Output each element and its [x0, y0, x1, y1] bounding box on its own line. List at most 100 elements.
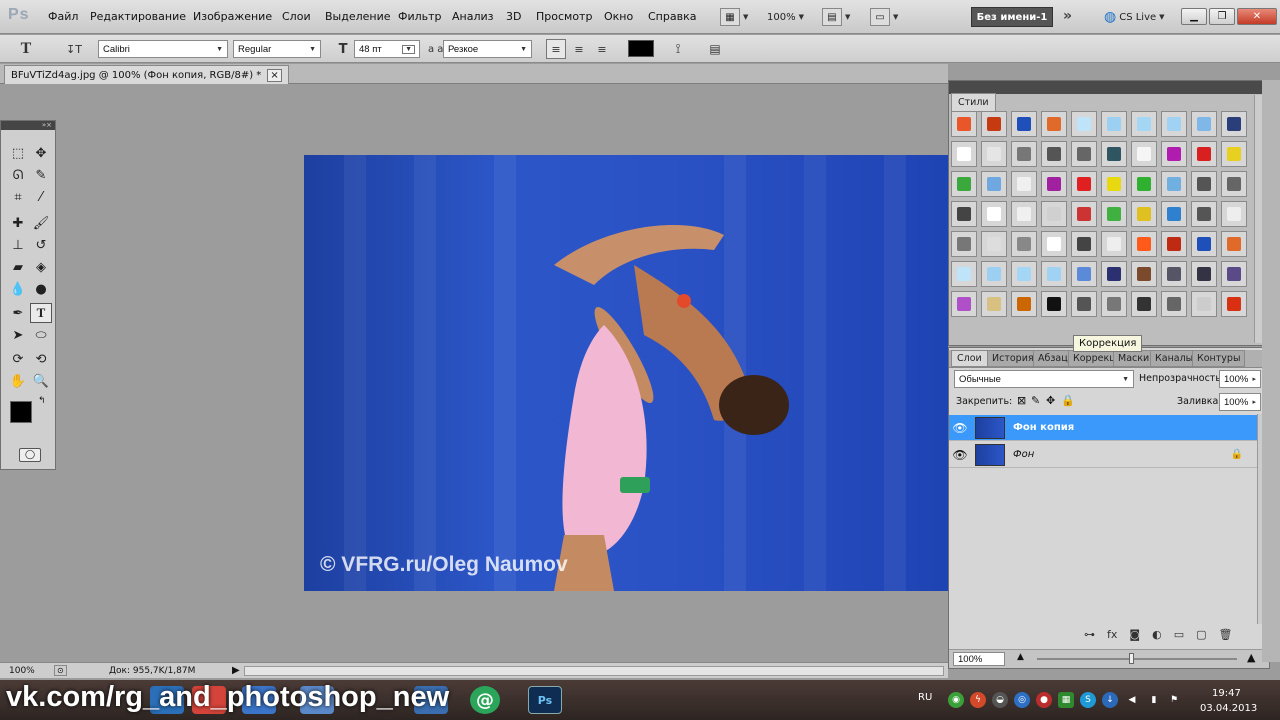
style-preset-swatch[interactable]	[1071, 141, 1097, 167]
style-preset-swatch[interactable]	[1131, 291, 1157, 317]
blend-mode-select[interactable]: Обычные ▼	[954, 370, 1134, 388]
menu-help[interactable]: Справка	[648, 10, 696, 23]
style-preset-swatch[interactable]	[1041, 231, 1067, 257]
zoom-slider[interactable]	[1037, 658, 1237, 660]
style-preset-swatch[interactable]	[1191, 141, 1217, 167]
style-preset-swatch[interactable]	[1131, 111, 1157, 137]
style-preset-swatch[interactable]	[951, 231, 977, 257]
menu-analysis[interactable]: Анализ	[452, 10, 494, 23]
style-preset-swatch[interactable]	[1131, 141, 1157, 167]
style-preset-swatch[interactable]	[1011, 291, 1037, 317]
tab-history[interactable]: История	[987, 350, 1039, 367]
fill-input[interactable]: 100% ▸	[1219, 393, 1261, 411]
marquee-tool-icon[interactable]: ⬚	[7, 143, 29, 163]
style-preset-swatch[interactable]	[951, 171, 977, 197]
style-preset-swatch[interactable]	[981, 201, 1007, 227]
style-preset-swatch[interactable]	[1101, 291, 1127, 317]
align-center-icon[interactable]: ≡	[569, 39, 589, 59]
style-preset-swatch[interactable]	[1011, 201, 1037, 227]
style-preset-swatch[interactable]	[1191, 261, 1217, 287]
zoom-level-select[interactable]: 100% ▼	[767, 7, 804, 27]
style-preset-swatch[interactable]	[1041, 141, 1067, 167]
tools-panel-header[interactable]: »×	[1, 121, 55, 130]
quick-mask-icon[interactable]: ◯	[19, 448, 41, 462]
layer-style-icon[interactable]: fx	[1107, 628, 1117, 641]
tab-masks[interactable]: Маски	[1113, 350, 1155, 367]
zoom-slider-handle[interactable]	[1129, 653, 1134, 664]
expand-arrows-icon[interactable]: »	[1063, 8, 1072, 24]
style-preset-swatch[interactable]	[1131, 231, 1157, 257]
photoshop-taskbar-icon[interactable]: Ps	[528, 686, 562, 714]
style-preset-swatch[interactable]	[1041, 201, 1067, 227]
style-preset-swatch[interactable]	[1071, 201, 1097, 227]
style-preset-swatch[interactable]	[981, 111, 1007, 137]
close-icon[interactable]: ×	[267, 68, 282, 82]
menu-select[interactable]: Выделение	[325, 10, 391, 23]
pen-tool-icon[interactable]: ✒	[7, 303, 29, 323]
skype-tray-icon[interactable]: S	[1080, 692, 1096, 708]
style-preset-swatch[interactable]	[1221, 291, 1247, 317]
style-preset-swatch[interactable]	[1101, 141, 1127, 167]
style-preset-swatch[interactable]	[1071, 231, 1097, 257]
menu-view[interactable]: Просмотр	[536, 10, 592, 23]
style-preset-swatch[interactable]	[1191, 111, 1217, 137]
new-layer-icon[interactable]: ▢	[1196, 628, 1206, 641]
style-preset-swatch[interactable]	[1161, 291, 1187, 317]
menu-image[interactable]: Изображение	[193, 10, 272, 23]
menu-edit[interactable]: Редактирование	[90, 10, 186, 23]
style-preset-swatch[interactable]	[981, 141, 1007, 167]
clock-date[interactable]: 03.04.2013	[1200, 703, 1257, 714]
style-preset-swatch[interactable]	[981, 261, 1007, 287]
font-style-select[interactable]: Regular ▼	[233, 40, 321, 58]
flash-icon[interactable]: ϟ	[970, 692, 986, 708]
align-left-icon[interactable]: ≡	[546, 39, 566, 59]
mail-at-icon[interactable]: @	[470, 686, 500, 714]
menu-filter[interactable]: Фильтр	[398, 10, 442, 23]
lock-pixels-icon[interactable]: ✎	[1031, 394, 1040, 407]
clock-time[interactable]: 19:47	[1212, 688, 1241, 699]
style-preset-swatch[interactable]	[1221, 231, 1247, 257]
style-preset-swatch[interactable]	[1161, 141, 1187, 167]
menu-3d[interactable]: 3D	[506, 10, 521, 23]
layer-name[interactable]: Фон копия	[1013, 422, 1074, 433]
speaker-icon[interactable]: ◀	[1124, 692, 1140, 708]
font-size-select[interactable]: 48 пт ▼	[354, 40, 420, 58]
lasso-tool-icon[interactable]: ᘏ	[7, 165, 29, 185]
style-preset-swatch[interactable]	[951, 201, 977, 227]
style-preset-swatch[interactable]	[1101, 231, 1127, 257]
tab-styles[interactable]: Стили	[951, 93, 996, 112]
styles-panel-header[interactable]	[949, 81, 1269, 94]
menu-window[interactable]: Окно	[604, 10, 633, 23]
type-tool-icon[interactable]: T	[30, 303, 52, 323]
text-color-swatch[interactable]	[628, 40, 654, 57]
arrange-documents-button[interactable]: ▤ ▼	[822, 7, 850, 27]
eye-icon[interactable]: 👁	[949, 448, 971, 462]
text-tool-preset-icon[interactable]: T	[16, 39, 36, 59]
style-preset-swatch[interactable]	[1191, 291, 1217, 317]
screen-mode-menu-button[interactable]: ▭ ▼	[870, 7, 898, 27]
document-image[interactable]: © VFRG.ru/Oleg Naumov	[304, 155, 948, 591]
antivirus-icon[interactable]: ●	[1036, 692, 1052, 708]
restore-button[interactable]: ❐	[1209, 8, 1235, 25]
layer-row[interactable]: 👁 Фон 🔒	[949, 442, 1257, 468]
close-button[interactable]: ✕	[1237, 8, 1277, 25]
workspace-name[interactable]: Без имени-1	[971, 7, 1053, 27]
horizontal-scrollbar[interactable]	[244, 666, 944, 676]
cs-live-button[interactable]: ◍ CS Live ▼	[1104, 7, 1165, 27]
signal-icon[interactable]: ▮	[1146, 692, 1162, 708]
paint-bucket-tool-icon[interactable]: ◈	[30, 257, 52, 277]
quick-select-tool-icon[interactable]: ✎	[30, 165, 52, 185]
crop-tool-icon[interactable]: ⌗	[7, 187, 29, 207]
blur-tool-icon[interactable]: 💧	[7, 279, 29, 299]
style-preset-swatch[interactable]	[1131, 261, 1157, 287]
status-info-icon[interactable]: ⊙	[54, 665, 67, 676]
style-preset-swatch[interactable]	[1191, 171, 1217, 197]
path-selection-tool-icon[interactable]: ➤	[7, 325, 29, 345]
style-preset-swatch[interactable]	[951, 141, 977, 167]
delete-layer-icon[interactable]: 🗑	[1219, 628, 1233, 641]
menu-file[interactable]: Файл	[48, 10, 78, 23]
adjustment-layer-icon[interactable]: ◐	[1152, 628, 1162, 641]
style-preset-swatch[interactable]	[951, 111, 977, 137]
style-preset-swatch[interactable]	[1221, 171, 1247, 197]
chrome-tray-icon[interactable]: ◎	[1014, 692, 1030, 708]
